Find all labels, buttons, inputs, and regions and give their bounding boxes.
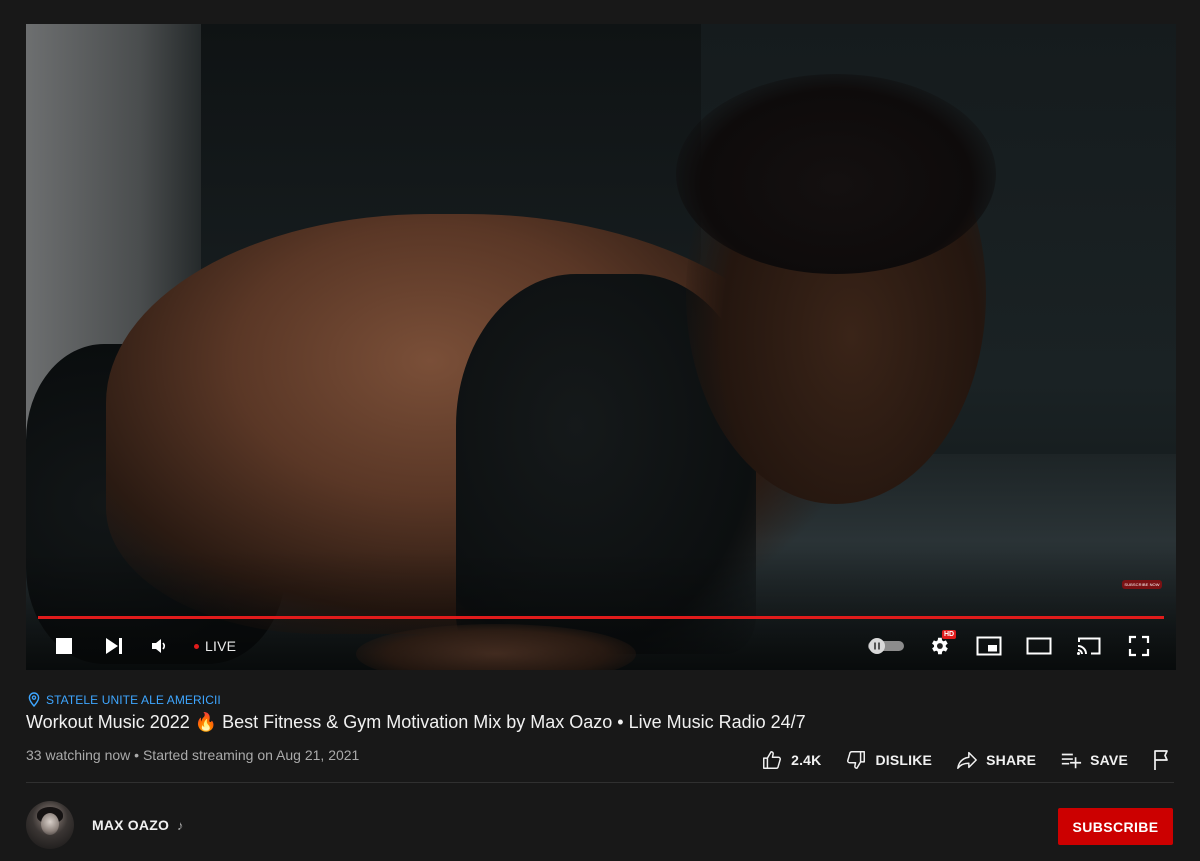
- thumbs-down-icon: [847, 751, 866, 769]
- thumbs-up-icon: [763, 751, 782, 769]
- autoplay-toggle[interactable]: [864, 628, 908, 664]
- like-count: 2.4K: [791, 752, 822, 768]
- video-title: Workout Music 2022 🔥 Best Fitness & Gym …: [26, 712, 806, 732]
- music-note-icon: ♪: [177, 817, 184, 833]
- like-button[interactable]: 2.4K: [761, 749, 821, 771]
- mute-button[interactable]: [146, 628, 174, 664]
- playlist-add-icon: [1061, 753, 1082, 769]
- live-indicator[interactable]: LIVE: [194, 628, 236, 664]
- fullscreen-button[interactable]: [1124, 628, 1154, 664]
- hd-badge: HD: [942, 630, 957, 639]
- video-player[interactable]: SUBSCRIBE NOW LIVE HD: [26, 24, 1176, 670]
- video-actions: 2.4K DISLIKE SHARE SAVE: [761, 746, 1172, 774]
- cast-icon: [1077, 637, 1101, 655]
- flag-icon: [1154, 750, 1168, 770]
- video-meta: 33 watching now • Started streaming on A…: [26, 747, 360, 763]
- fullscreen-icon: [1128, 635, 1150, 657]
- channel-name[interactable]: MAX OAZO: [92, 817, 169, 833]
- theater-mode-icon: [1026, 637, 1052, 655]
- live-dot-icon: [194, 643, 199, 649]
- dislike-label: DISLIKE: [875, 752, 933, 768]
- next-icon: [106, 638, 122, 654]
- save-button[interactable]: SAVE: [1060, 749, 1128, 771]
- progress-bar[interactable]: [38, 616, 1164, 619]
- report-button[interactable]: [1152, 749, 1172, 771]
- miniplayer-icon: [976, 636, 1002, 656]
- channel-info: MAX OAZO ♪: [26, 801, 184, 849]
- save-label: SAVE: [1090, 752, 1128, 768]
- next-button[interactable]: [100, 628, 128, 664]
- miniplayer-button[interactable]: [972, 628, 1006, 664]
- subscribe-button[interactable]: SUBSCRIBE: [1058, 808, 1173, 845]
- player-controls: LIVE HD: [26, 628, 1176, 664]
- location-pin-icon: [28, 692, 40, 707]
- settings-button[interactable]: HD: [924, 628, 957, 664]
- channel-avatar[interactable]: [26, 801, 74, 849]
- cast-button[interactable]: [1072, 628, 1106, 664]
- stop-icon: [56, 638, 72, 654]
- location-label: STATELE UNITE ALE AMERICII: [46, 692, 221, 707]
- divider: [26, 782, 1174, 783]
- video-location[interactable]: STATELE UNITE ALE AMERICII: [28, 692, 221, 707]
- theater-mode-button[interactable]: [1022, 628, 1056, 664]
- subscribe-now-overlay[interactable]: SUBSCRIBE NOW: [1122, 580, 1162, 589]
- share-label: SHARE: [986, 752, 1037, 768]
- autoplay-toggle-icon: [868, 638, 904, 654]
- stop-button[interactable]: [50, 628, 78, 664]
- share-button[interactable]: SHARE: [956, 749, 1036, 771]
- dislike-button[interactable]: DISLIKE: [845, 749, 932, 771]
- volume-icon: [152, 639, 166, 653]
- live-label: LIVE: [205, 638, 237, 654]
- share-icon: [957, 751, 977, 769]
